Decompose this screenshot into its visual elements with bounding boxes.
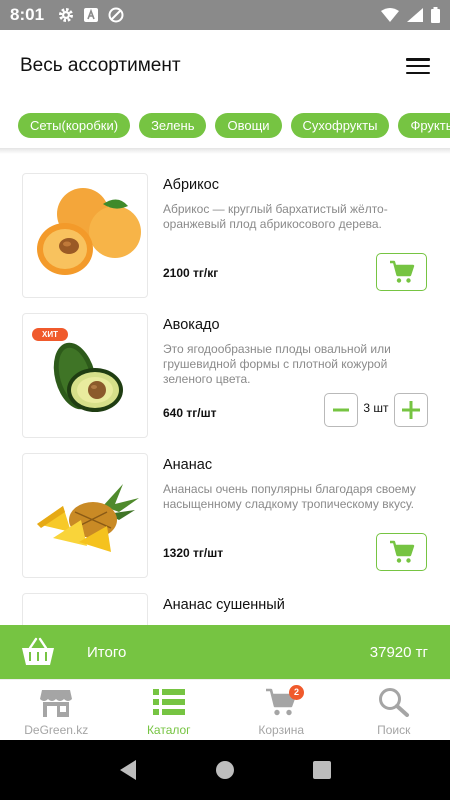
product-name: Авокадо [163,317,220,333]
nav-item-cart[interactable]: 2 Корзина [225,680,338,740]
status-time: 8:01 [10,5,45,24]
chips-divider [0,148,450,154]
add-to-cart-button[interactable] [376,253,427,291]
category-chips: Сеты(коробки) Зелень Овощи Сухофрукты Фр… [0,102,450,148]
apricot-image [22,173,148,298]
product-price: 1320 тг/шт [163,546,224,560]
nav-label: Корзина [258,723,305,737]
settings-gear-icon [59,8,74,22]
hamburger-menu-icon[interactable] [406,56,430,76]
category-chip-greens[interactable]: Зелень [139,112,207,138]
avocado-image: ХИТ [22,313,148,438]
signal-icon [407,8,423,22]
nav-item-home[interactable]: DeGreen.kz [0,680,113,740]
product-description: Абрикос — круглый бархатистый жёлто-оран… [163,202,388,231]
product-price: 2100 тг/кг [163,266,219,280]
product-name: Ананас [163,457,213,473]
store-icon [40,690,73,717]
app-header: Весь ассортимент [0,30,450,102]
nav-label: DeGreen.kz [24,723,89,737]
nav-item-catalog[interactable]: Каталог [113,680,226,740]
bottom-navigation: DeGreen.kz Каталог 2 Корзина Поиск [0,679,450,740]
status-bar: 8:01 [0,0,450,30]
hit-badge: ХИТ [32,328,68,341]
quantity-value: 3 шт [363,401,389,415]
product-name: Абрикос [163,177,219,193]
dried-pineapple-image [22,593,148,625]
increase-quantity-button[interactable] [394,393,428,427]
decrease-quantity-button[interactable] [324,393,358,427]
product-card-avocado[interactable]: ХИТ Авокадо Это ягодообразные плоды овал… [0,295,450,438]
category-chip-vegetables[interactable]: Овощи [215,112,282,138]
product-name: Ананас сушенный [163,597,285,613]
list-icon [152,689,185,715]
product-description: Это ягодообразные плоды овальной или гру… [163,342,391,386]
nav-label: Каталог [146,723,191,737]
product-card-pineapple[interactable]: Ананас Ананасы очень популярны благодаря… [0,435,450,578]
no-disturb-icon [108,7,124,23]
category-chip-fruits[interactable]: Фрукты [398,112,450,138]
system-navigation-bar [0,740,450,800]
wifi-icon [381,8,399,22]
product-card-dried-pineapple[interactable]: Ананас сушенный [0,575,450,625]
product-card-apricot[interactable]: Абрикос Абрикос — круглый бархатистый жё… [0,155,450,298]
total-bar[interactable]: Итого 37920 тг [0,625,450,679]
pineapple-image [22,453,148,578]
product-description: Ананасы очень популярны благодаря своему… [163,482,416,511]
page-title: Весь ассортимент [20,55,181,76]
product-list: Абрикос Абрикос — круглый бархатистый жё… [0,155,450,625]
nav-item-search[interactable]: Поиск [338,680,450,740]
cart-icon [389,260,414,283]
add-to-cart-button[interactable] [376,533,427,571]
total-label: Итого [87,643,127,661]
total-value: 37920 тг [369,643,428,661]
plus-icon [402,401,420,419]
battery-icon [431,7,440,23]
basket-icon [22,637,54,665]
search-icon [378,688,409,717]
home-icon[interactable] [210,755,240,785]
cart-icon [389,540,414,563]
category-chip-dried-fruits[interactable]: Сухофрукты [290,112,390,138]
back-icon[interactable] [113,755,143,785]
minus-icon [333,408,349,412]
app-a-icon [84,8,99,22]
recents-icon[interactable] [307,755,337,785]
category-chip-sets[interactable]: Сеты(коробки) [18,112,131,138]
product-price: 640 тг/шт [163,406,217,420]
nav-label: Поиск [377,723,411,737]
cart-count-badge: 2 [289,685,304,700]
